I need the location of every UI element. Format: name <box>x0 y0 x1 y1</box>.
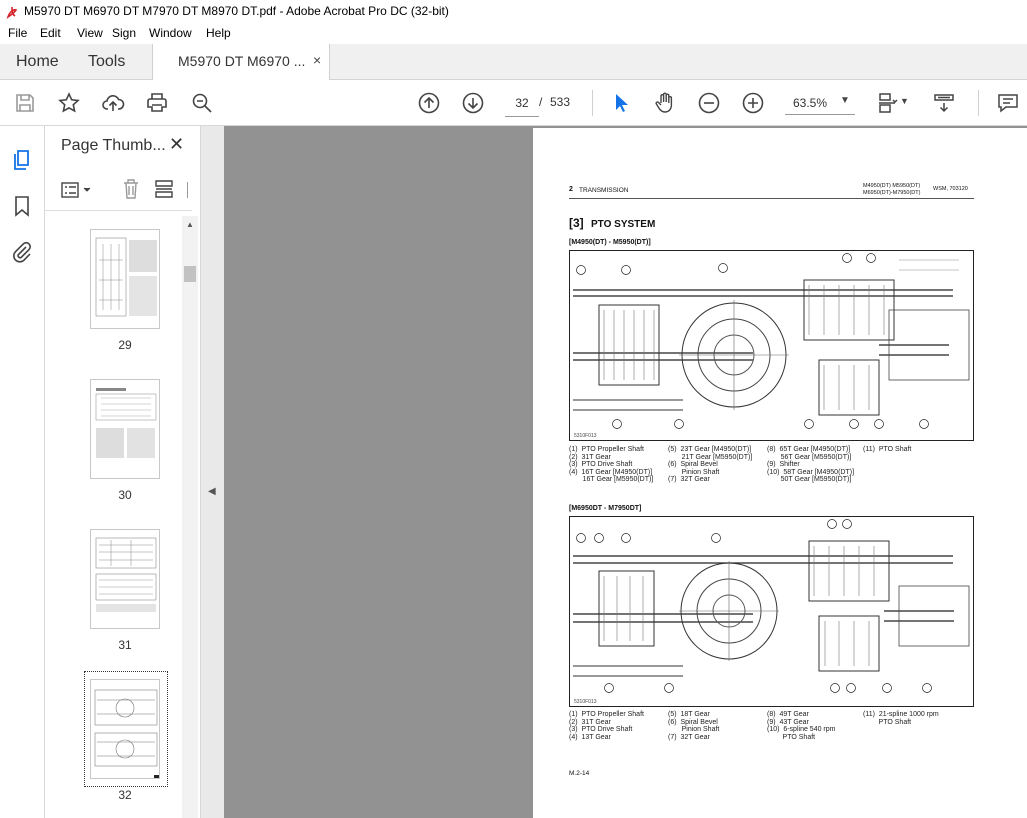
menu-sign[interactable]: Sign <box>112 26 136 40</box>
page-fit-icon[interactable] <box>876 91 900 115</box>
page-thumbnail[interactable] <box>90 229 160 329</box>
page-thumbnail-number: 31 <box>118 638 132 652</box>
attachments-icon[interactable] <box>10 240 34 264</box>
page-thumbnail-number: 29 <box>118 338 132 352</box>
toolbar-divider <box>592 90 593 116</box>
tab-home[interactable]: Home <box>16 44 59 80</box>
page-separator: / <box>539 95 543 109</box>
menu-file[interactable]: File <box>8 26 27 40</box>
toolbar: / 533 63.5% ▼ ▼ <box>0 80 1027 126</box>
scroll-mode-icon[interactable] <box>932 91 956 115</box>
menu-bar: File Edit View Sign Window Help <box>0 24 1027 44</box>
tab-document[interactable]: M5970 DT M6970 ... × <box>152 44 330 80</box>
print-icon[interactable] <box>145 91 169 115</box>
menu-edit[interactable]: Edit <box>40 26 61 40</box>
next-page-icon[interactable] <box>461 91 485 115</box>
hand-tool-icon[interactable] <box>653 91 677 115</box>
page-header-models: M6950(DT)-M7950(DT) <box>863 190 921 196</box>
bookmarks-icon[interactable] <box>10 194 34 218</box>
bookmark-star-icon[interactable] <box>57 91 81 115</box>
more-tools-icon[interactable] <box>187 182 194 198</box>
figure-2-legend: (5) 18T Gear (6) Spiral Bevel Pinion Sha… <box>668 711 720 741</box>
figure-2-label: [M6950DT - M7950DT] <box>569 505 642 512</box>
page-thumbnails-icon[interactable] <box>10 148 34 172</box>
page-header-title: TRANSMISSION <box>579 187 629 194</box>
thumbnails-panel: Page Thumb... ✕ 29 30 31 32 <box>45 126 200 818</box>
scrollbar-thumb[interactable] <box>184 266 196 282</box>
figure-2-legend: (11) 21-spline 1000 rpm PTO Shaft <box>863 711 939 726</box>
page-thumbnail-number: 32 <box>118 788 132 802</box>
figure-1-legend: (1) PTO Propeller Shaft (2) 31T Gear (3)… <box>569 446 654 484</box>
page-thumbnail[interactable] <box>90 529 160 629</box>
panel-splitter[interactable]: ◀ <box>200 126 224 818</box>
comment-icon[interactable] <box>996 91 1020 115</box>
menu-window[interactable]: Window <box>149 26 192 40</box>
select-cursor-icon[interactable] <box>609 91 633 115</box>
scroll-up-icon[interactable]: ▲ <box>186 220 194 229</box>
pto-diagram-1: 5310F013 <box>569 250 974 441</box>
delete-pages-icon[interactable] <box>121 178 141 200</box>
navigation-rail <box>0 126 45 818</box>
header-rule <box>569 198 974 199</box>
page-header-models: M4950(DT) M5950(DT) <box>863 183 921 189</box>
thumbnail-options-menu[interactable] <box>60 180 92 200</box>
figure-1-legend: (5) 23T Gear [M4950(DT)] 21T Gear [M5950… <box>668 446 753 484</box>
figure-1-legend: (11) PTO Shaft <box>863 446 912 453</box>
figure-code: 5310F013 <box>574 699 597 705</box>
zoom-out-icon[interactable] <box>697 91 721 115</box>
page-number-input[interactable] <box>505 90 539 117</box>
collapse-panel-icon[interactable]: ◀ <box>208 486 216 497</box>
zoom-level-value: 63.5% <box>793 96 828 110</box>
tab-bar: Home Tools M5970 DT M6970 ... × <box>0 44 1027 80</box>
save-icon[interactable] <box>13 91 37 115</box>
section-number: [3] <box>569 216 584 230</box>
search-zoom-icon[interactable] <box>190 91 214 115</box>
page-header-number: 2 <box>569 186 573 193</box>
page-thumbnail-number: 30 <box>118 488 132 502</box>
panel-title: Page Thumb... <box>61 137 166 154</box>
panel-divider <box>45 210 192 211</box>
window-title: M5970 DT M6970 DT M7970 DT M8970 DT.pdf … <box>24 4 449 18</box>
chevron-down-icon: ▼ <box>840 95 850 106</box>
tab-tools[interactable]: Tools <box>88 44 125 80</box>
figure-1-label: [M4950(DT) - M5950(DT)] <box>569 239 651 246</box>
close-tab-icon[interactable]: × <box>313 52 321 68</box>
tab-document-label: M5970 DT M6970 ... <box>178 53 306 69</box>
menu-help[interactable]: Help <box>206 26 231 40</box>
extract-pages-icon[interactable] <box>153 178 175 200</box>
page-thumbnail[interactable] <box>90 379 160 479</box>
close-panel-icon[interactable]: ✕ <box>169 134 184 155</box>
figure-2-legend: (1) PTO Propeller Shaft (2) 31T Gear (3)… <box>569 711 644 741</box>
page-header-ref: WSM, 703120 <box>933 186 968 192</box>
page-footer: M.2-14 <box>569 770 590 777</box>
zoom-level-dropdown[interactable]: 63.5% ▼ <box>785 90 855 115</box>
page-total: 533 <box>550 95 571 109</box>
previous-page-icon[interactable] <box>417 91 441 115</box>
figure-2-legend: (8) 49T Gear (9) 43T Gear (10) 6-spline … <box>767 711 836 741</box>
title-bar: M5970 DT M6970 DT M7970 DT M8970 DT.pdf … <box>0 0 1027 24</box>
figure-code: 5310F013 <box>574 433 597 439</box>
acrobat-logo-icon <box>6 6 18 19</box>
figure-1-legend: (8) 65T Gear [M4950(DT)] 56T Gear [M5950… <box>767 446 855 484</box>
pto-diagram-2: 5310F013 <box>569 516 974 707</box>
chevron-down-icon[interactable]: ▼ <box>900 96 909 106</box>
upload-cloud-icon[interactable] <box>101 91 125 115</box>
thumbnail-scrollbar[interactable]: ▲ <box>182 216 198 818</box>
zoom-in-icon[interactable] <box>741 91 765 115</box>
toolbar-divider <box>978 90 979 116</box>
pdf-page: 2 TRANSMISSION M4950(DT) M5950(DT) M6950… <box>533 128 1027 818</box>
section-title: PTO SYSTEM <box>591 219 656 230</box>
menu-view[interactable]: View <box>77 26 103 40</box>
page-thumbnail-selected[interactable] <box>90 679 160 779</box>
